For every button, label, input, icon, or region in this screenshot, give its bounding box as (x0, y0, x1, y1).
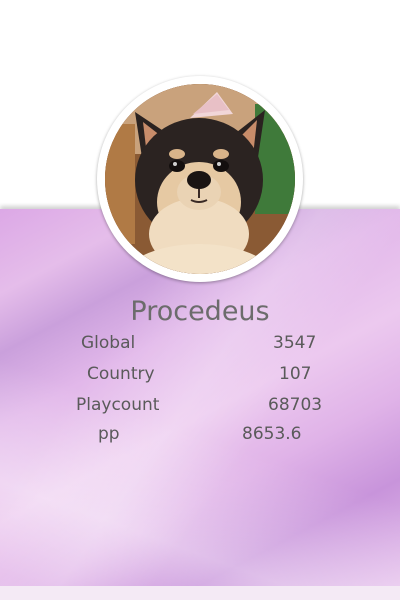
stat-label-global: Global (81, 333, 136, 353)
bottom-strip (0, 586, 400, 600)
profile-card: Procedeus Global 3547 Country 107 Playco… (0, 0, 400, 600)
avatar[interactable] (105, 84, 295, 274)
stat-value-country: 107 (279, 364, 312, 384)
stat-value-pp: 8653.6 (242, 424, 302, 444)
stat-label-playcount: Playcount (76, 395, 160, 415)
stat-label-country: Country (87, 364, 155, 384)
stat-value-global: 3547 (273, 333, 317, 353)
username: Procedeus (130, 296, 270, 327)
avatar-dog-image (105, 84, 295, 274)
stat-value-playcount: 68703 (268, 395, 323, 415)
stat-label-pp: pp (98, 424, 120, 444)
